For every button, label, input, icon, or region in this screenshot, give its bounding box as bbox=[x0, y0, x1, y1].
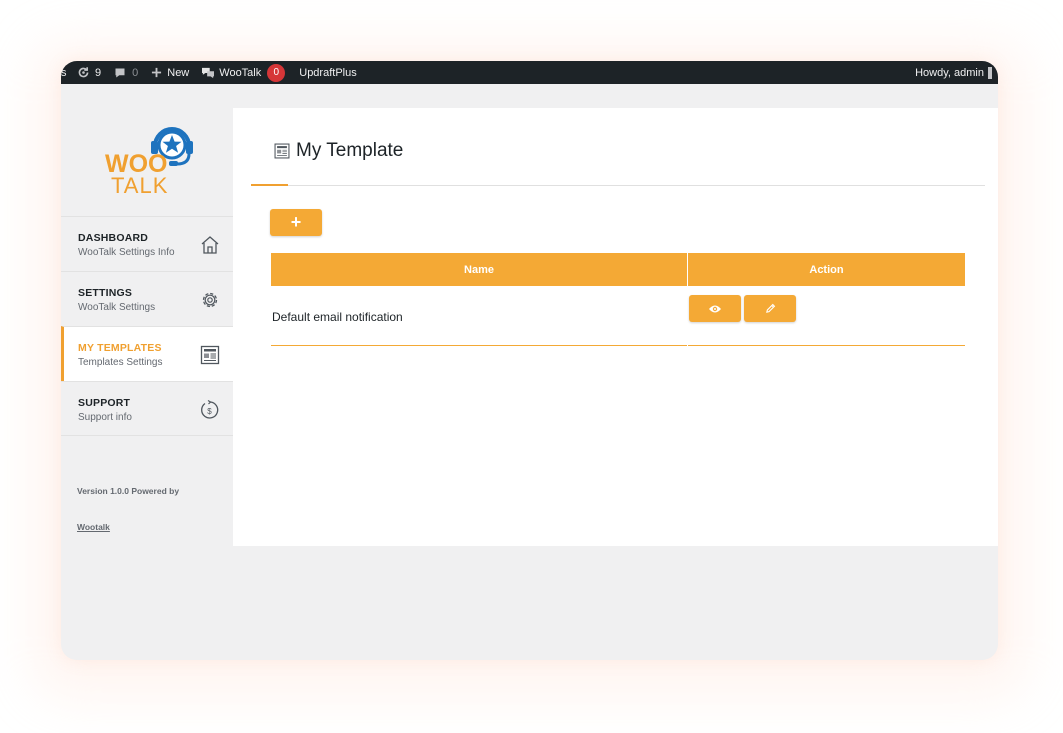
admin-bar-edge-text: s bbox=[61, 66, 67, 79]
table-header-action: Action bbox=[688, 253, 965, 286]
updraftplus-menu[interactable]: UpdraftPlus bbox=[299, 61, 356, 84]
plus-icon bbox=[152, 67, 162, 78]
sidebar-item-settings[interactable]: SETTINGS WooTalk Settings bbox=[61, 271, 233, 326]
edit-template-button[interactable] bbox=[744, 295, 796, 322]
app-window: s 9 0 New WooTalk 0 UpdraftPlus Howdy, a… bbox=[61, 61, 998, 660]
main-content: My Template + Name Action Default email … bbox=[233, 108, 998, 546]
refresh-icon bbox=[78, 67, 89, 78]
page-title-text: My Template bbox=[296, 140, 404, 161]
updraftplus-label: UpdraftPlus bbox=[299, 66, 357, 79]
sidebar-item-dashboard[interactable]: DASHBOARD WooTalk Settings Info bbox=[61, 216, 233, 271]
wootalk-menu[interactable]: WooTalk 0 bbox=[201, 61, 286, 84]
template-icon bbox=[274, 143, 290, 159]
powered-by-link[interactable]: Wootalk bbox=[77, 522, 110, 532]
updates-count: 9 bbox=[95, 66, 102, 79]
gear-icon bbox=[202, 292, 218, 308]
pencil-icon bbox=[765, 303, 775, 313]
sidebar-item-title: MY TEMPLATES bbox=[78, 342, 162, 354]
row-divider bbox=[271, 345, 687, 346]
account-menu[interactable]: Howdy, admin bbox=[915, 61, 992, 84]
page-title: My Template bbox=[273, 140, 403, 162]
view-template-button[interactable] bbox=[689, 295, 741, 322]
sidebar-item-subtitle: WooTalk Settings Info bbox=[78, 247, 175, 258]
new-label: New bbox=[167, 66, 190, 79]
sidebar-item-title: DASHBOARD bbox=[78, 232, 149, 244]
logo-talk-text: TALK bbox=[111, 173, 168, 194]
plugin-sidebar: WOO TALK DASHBOARD WooTalk Settings Info… bbox=[61, 108, 233, 546]
wootalk-label: WooTalk bbox=[219, 66, 262, 79]
sidebar-item-subtitle: Templates Settings bbox=[78, 357, 163, 368]
wootalk-notification-badge: 0 bbox=[267, 63, 286, 82]
svg-text:$: $ bbox=[207, 407, 212, 416]
updates-menu[interactable]: 9 bbox=[77, 61, 101, 84]
template-icon bbox=[200, 345, 220, 365]
version-text: Version 1.0.0 Powered by bbox=[77, 486, 180, 496]
sidebar-item-title: SETTINGS bbox=[78, 287, 133, 299]
row-divider bbox=[688, 345, 965, 346]
new-content-menu[interactable]: New bbox=[151, 61, 189, 84]
add-template-button[interactable]: + bbox=[270, 209, 322, 236]
comment-icon bbox=[115, 68, 125, 77]
title-divider bbox=[251, 185, 985, 186]
admin-bar: s 9 0 New WooTalk 0 UpdraftPlus Howdy, a… bbox=[61, 61, 998, 84]
chat-bubbles-icon bbox=[202, 67, 215, 78]
avatar bbox=[988, 66, 992, 79]
home-icon bbox=[201, 236, 219, 254]
template-name-cell: Default email notification bbox=[272, 310, 403, 324]
wootalk-logo: WOO TALK bbox=[105, 127, 193, 194]
comments-count: 0 bbox=[132, 66, 139, 79]
sidebar-item-title: SUPPORT bbox=[78, 397, 131, 409]
sidebar-item-my-templates[interactable]: MY TEMPLATES Templates Settings bbox=[61, 326, 233, 381]
sidebar-item-subtitle: Support info bbox=[78, 412, 132, 423]
comments-menu[interactable]: 0 bbox=[114, 61, 138, 84]
table-header-name: Name bbox=[271, 253, 687, 286]
sidebar-item-subtitle: WooTalk Settings bbox=[78, 302, 156, 313]
title-accent-underline bbox=[251, 184, 288, 186]
eye-icon bbox=[709, 305, 721, 312]
support-icon: $ bbox=[201, 399, 219, 419]
sidebar-item-support[interactable]: SUPPORT Support info $ bbox=[61, 381, 233, 436]
howdy-text: Howdy, admin bbox=[915, 66, 984, 79]
